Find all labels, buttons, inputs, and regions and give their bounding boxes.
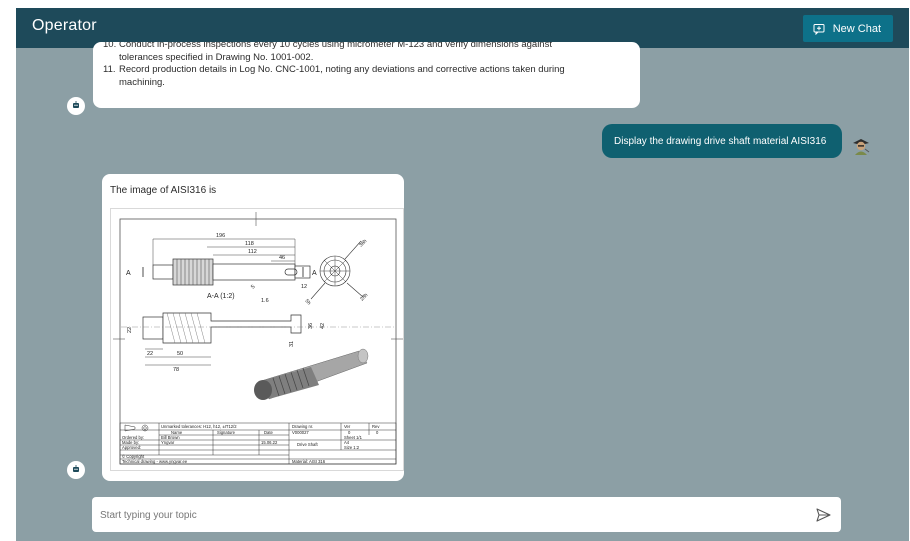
user-message-text: Display the drawing drive shaft material… (614, 135, 827, 147)
svg-text:0: 0 (376, 430, 379, 435)
svg-text:Technical drawing - www.yngvar: Technical drawing - www.yngvar.ee (122, 459, 188, 464)
new-chat-label: New Chat (832, 22, 881, 35)
dim-36: 36 (308, 323, 314, 329)
dim-50: 50 (177, 351, 183, 357)
send-button[interactable] (814, 506, 832, 524)
dim-46: 46 (279, 255, 285, 261)
svg-text:Unmarked tolerances: H12, h12,: Unmarked tolerances: H12, h12, ±IT12/2 (161, 424, 237, 429)
svg-text:Signature: Signature (217, 430, 236, 435)
chat-plus-icon (813, 23, 825, 35)
instruction-list: 10. Conduct in-process inspections every … (103, 42, 628, 89)
robot-icon (71, 461, 81, 479)
list-item: tolerances specified in Drawing No. 1001… (119, 51, 314, 63)
bot-message: 10. Conduct in-process inspections every … (93, 42, 640, 108)
svg-text:Ver: Ver (344, 424, 351, 429)
dim-112: 112 (248, 249, 257, 255)
message-composer (92, 497, 841, 532)
shaft-3d-render (254, 348, 369, 400)
robot-icon (71, 97, 81, 115)
svg-text:Size 1:2: Size 1:2 (344, 445, 360, 450)
user-message: Display the drawing drive shaft material… (602, 124, 842, 158)
bot-message-text: The image of AISI316 is (110, 185, 217, 196)
svg-text:V000027: V000027 (292, 430, 309, 435)
svg-text:Approved:: Approved: (122, 445, 141, 450)
svg-text:15.06.22: 15.06.22 (261, 440, 278, 445)
user-avatar (849, 133, 873, 157)
bot-avatar (67, 461, 85, 479)
svg-text:Drawing nr.: Drawing nr. (292, 424, 313, 429)
svg-text:36h: 36h (358, 238, 368, 248)
shaft-side-view (121, 312, 395, 344)
dim-12: 12 (301, 284, 307, 290)
svg-text:Yngvar: Yngvar (161, 440, 175, 445)
svg-text:22: 22 (147, 351, 153, 357)
dim-78: 78 (173, 367, 179, 373)
app-window: Operator New Chat 10. Conduct in-process … (16, 8, 909, 541)
section-mark-right: A (312, 270, 317, 277)
dim-118: 118 (245, 241, 254, 247)
app-title: Operator (32, 17, 97, 34)
dim-31: 31 (289, 341, 295, 347)
dim-196: 196 (216, 233, 225, 239)
bot-message-image: The image of AISI316 is 196 118 112 46 1… (102, 174, 404, 481)
list-item: machining. (119, 76, 165, 88)
gear-section (310, 240, 364, 300)
bot-avatar (67, 97, 85, 115)
svg-text:5h: 5h (304, 298, 312, 306)
send-icon (814, 508, 832, 528)
dim-22: 22 (127, 327, 133, 333)
section-label: A-A (1:2) (207, 293, 235, 300)
svg-text:Material: AISI 316: Material: AISI 316 (292, 459, 326, 464)
message-input[interactable] (100, 506, 790, 524)
shaft-top-view (152, 258, 311, 286)
chat-area[interactable]: 10. Conduct in-process inspections every … (16, 42, 909, 488)
list-item: 11. Record production details in Log No. … (103, 64, 565, 75)
svg-text:Rev: Rev (372, 424, 380, 429)
technical-drawing-image[interactable]: 196 118 112 46 12 5 A A A-A (1:2) 36h 5h… (110, 208, 404, 471)
svg-text:Date: Date (264, 430, 274, 435)
new-chat-button[interactable]: New Chat (802, 15, 893, 42)
dim-42: 42 (320, 323, 326, 329)
svg-text:28h: 28h (359, 292, 369, 302)
section-mark-left: A (126, 270, 131, 277)
dim-5: 5 (250, 284, 256, 290)
list-item: 10. Conduct in-process inspections every … (103, 42, 552, 50)
svg-text:Drive Shaft: Drive Shaft (297, 442, 319, 447)
dim-1-6: 1.6 (261, 298, 269, 304)
